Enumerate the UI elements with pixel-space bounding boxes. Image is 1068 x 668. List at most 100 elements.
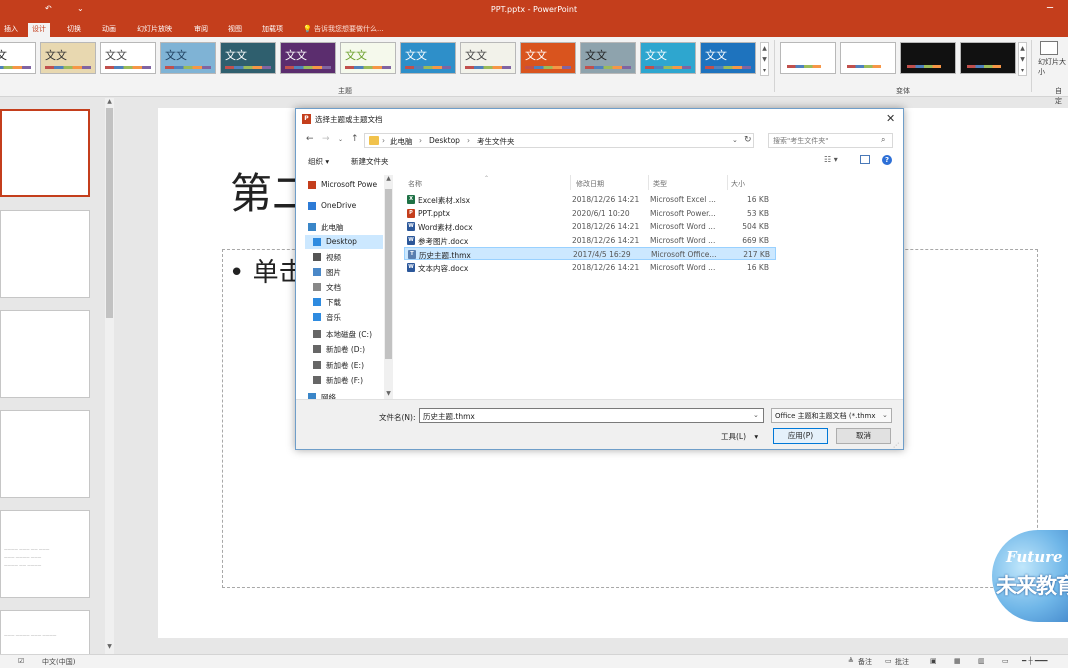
column-header-size[interactable]: 大小	[731, 179, 745, 189]
column-header-name[interactable]: 名称	[408, 179, 422, 189]
forward-arrow-icon[interactable]: →	[322, 134, 330, 144]
nav-item[interactable]: 文档	[305, 280, 383, 294]
thumbnails-scrollbar[interactable]: ▲ ▼	[105, 98, 114, 654]
column-divider[interactable]	[648, 175, 649, 190]
slide-thumbnail[interactable]	[0, 109, 90, 197]
file-row[interactable]: P PPT.pptx 2020/6/1 10:20 Microsoft Power..…	[404, 207, 776, 220]
variant-thumbnail[interactable]	[780, 42, 836, 74]
file-type-select[interactable]: Office 主题和主题文档 (*.thmx ⌄	[771, 408, 892, 423]
breadcrumb-folder[interactable]: 考生文件夹	[477, 136, 515, 147]
column-header-type[interactable]: 类型	[653, 179, 667, 189]
back-arrow-icon[interactable]: ←	[306, 134, 314, 144]
chevron-down-icon[interactable]: ⌄	[732, 136, 738, 144]
notes-button[interactable]: 备注	[858, 657, 872, 667]
theme-thumbnail[interactable]: 文文	[160, 42, 216, 74]
theme-thumbnail[interactable]: 文文	[220, 42, 276, 74]
reading-view-icon[interactable]: ▥	[978, 657, 985, 665]
slide-thumbnail[interactable]: ———— ——— —— ——— ——— ———— ——— ———— —— ———…	[0, 510, 90, 598]
breadcrumb-desktop[interactable]: Desktop	[429, 136, 460, 145]
variant-thumbnail[interactable]	[960, 42, 1016, 74]
file-row[interactable]: W 参考图片.docx 2018/12/26 14:21 Microsoft Word…	[404, 234, 776, 247]
zoom-slider[interactable]: ━ ┼ ━━━	[1022, 657, 1048, 665]
recent-locations-icon[interactable]: ⌄	[338, 136, 343, 143]
tab-review[interactable]: 审阅	[190, 23, 212, 37]
variants-gallery-scroll[interactable]: ▲ ▼ ▾	[1018, 42, 1027, 76]
column-divider[interactable]	[570, 175, 571, 190]
theme-thumbnail[interactable]: 文文	[280, 42, 336, 74]
scrollbar-thumb[interactable]	[385, 189, 392, 359]
nav-item[interactable]: 图片	[305, 265, 383, 279]
view-options-icon[interactable]: ☷ ▾	[824, 155, 838, 164]
nav-item[interactable]: 本地磁盘 (C:)	[305, 327, 383, 341]
variant-thumbnail[interactable]	[840, 42, 896, 74]
column-divider[interactable]	[727, 175, 728, 190]
nav-item[interactable]: 视频	[305, 250, 383, 264]
theme-thumbnail[interactable]: 文文	[0, 42, 36, 74]
theme-thumbnail[interactable]: 文文	[520, 42, 576, 74]
theme-thumbnail[interactable]: 文文	[700, 42, 756, 74]
tab-insert[interactable]: 插入	[0, 23, 22, 37]
nav-item[interactable]: 音乐	[305, 310, 383, 324]
comments-icon[interactable]: ▭	[885, 657, 892, 665]
theme-thumbnail[interactable]: 文文	[460, 42, 516, 74]
search-box[interactable]: 搜索"考生文件夹" ⌕	[768, 133, 893, 148]
scroll-up-icon[interactable]: ▲	[384, 175, 393, 182]
theme-thumbnail[interactable]: 文文	[340, 42, 396, 74]
help-icon[interactable]: ?	[882, 155, 892, 165]
tell-me-box[interactable]: 💡 告诉我您想要做什么...	[303, 24, 384, 34]
theme-thumbnail[interactable]: 文文	[100, 42, 156, 74]
nav-item[interactable]: 新加卷 (F:)	[305, 373, 383, 387]
new-folder-button[interactable]: 新建文件夹	[351, 156, 389, 167]
theme-thumbnail[interactable]: 文文	[400, 42, 456, 74]
slide-thumbnail[interactable]	[0, 210, 90, 298]
scroll-up-icon[interactable]: ▲	[105, 98, 114, 105]
notes-icon[interactable]: ≜	[848, 657, 854, 665]
refresh-icon[interactable]: ↻	[744, 135, 752, 145]
breadcrumb-this-pc[interactable]: 此电脑	[390, 136, 413, 147]
language-status[interactable]: 中文(中国)	[42, 657, 75, 667]
column-header-date[interactable]: 修改日期	[576, 179, 604, 189]
file-row[interactable]: T 历史主题.thmx 2017/4/5 16:29 Microsoft Office…	[404, 247, 776, 260]
normal-view-icon[interactable]: ▣	[930, 657, 937, 665]
tab-view[interactable]: 视图	[224, 23, 246, 37]
scroll-down-icon[interactable]: ▼	[105, 643, 114, 650]
scroll-down-icon[interactable]: ▼	[384, 390, 393, 397]
slide-thumbnail[interactable]	[0, 310, 90, 398]
tools-button[interactable]: 工具(L) ▾	[721, 431, 758, 442]
resize-grip-icon[interactable]: ⋰	[893, 442, 899, 449]
organize-button[interactable]: 组织 ▾	[308, 156, 329, 167]
address-bar[interactable]: › 此电脑 › Desktop › 考生文件夹 ⌄ ↻	[364, 133, 754, 148]
chevron-down-icon[interactable]: ⌄	[753, 411, 759, 419]
tab-design[interactable]: 设计	[28, 23, 50, 37]
nav-item[interactable]: 此电脑	[305, 220, 383, 234]
cancel-button[interactable]: 取消	[836, 428, 891, 444]
theme-thumbnail[interactable]: 文文	[40, 42, 96, 74]
minimize-icon[interactable]: ─	[1047, 3, 1053, 14]
nav-item[interactable]: 新加卷 (D:)	[305, 342, 383, 356]
filename-input[interactable]: 历史主题.thmx ⌄	[419, 408, 764, 423]
theme-thumbnail[interactable]: 文文	[580, 42, 636, 74]
scrollbar-thumb[interactable]	[106, 108, 113, 318]
navigation-pane-scrollbar[interactable]: ▲ ▼	[384, 175, 393, 400]
nav-item[interactable]: 新加卷 (E:)	[305, 358, 383, 372]
slide-thumbnail[interactable]	[0, 410, 90, 498]
nav-item[interactable]: Desktop	[305, 235, 383, 249]
theme-thumbnail[interactable]: 文文	[640, 42, 696, 74]
file-row[interactable]: W 文本内容.docx 2018/12/26 14:21 Microsoft Word…	[404, 261, 776, 274]
apply-button[interactable]: 应用(P)	[773, 428, 828, 444]
up-arrow-icon[interactable]: ↑	[351, 134, 359, 144]
file-row[interactable]: X Excel素材.xlsx 2018/12/26 14:21 Microsoft E…	[404, 193, 776, 206]
themes-gallery-scroll[interactable]: ▲ ▼ ▾	[760, 42, 769, 76]
nav-item[interactable]: 下载	[305, 295, 383, 309]
slide-sorter-icon[interactable]: ▦	[954, 657, 961, 665]
close-icon[interactable]: ✕	[886, 112, 895, 125]
file-row[interactable]: W Word素材.docx 2018/12/26 14:21 Microsoft Wo…	[404, 220, 776, 233]
variant-thumbnail[interactable]	[900, 42, 956, 74]
tab-transitions[interactable]: 切换	[63, 23, 85, 37]
comments-button[interactable]: 批注	[895, 657, 909, 667]
nav-item[interactable]: OneDrive	[305, 199, 383, 213]
slideshow-icon[interactable]: ▭	[1002, 657, 1009, 665]
tab-animations[interactable]: 动画	[98, 23, 120, 37]
tab-slideshow[interactable]: 幻灯片放映	[133, 23, 176, 37]
spelling-icon[interactable]: ☑	[18, 657, 24, 665]
